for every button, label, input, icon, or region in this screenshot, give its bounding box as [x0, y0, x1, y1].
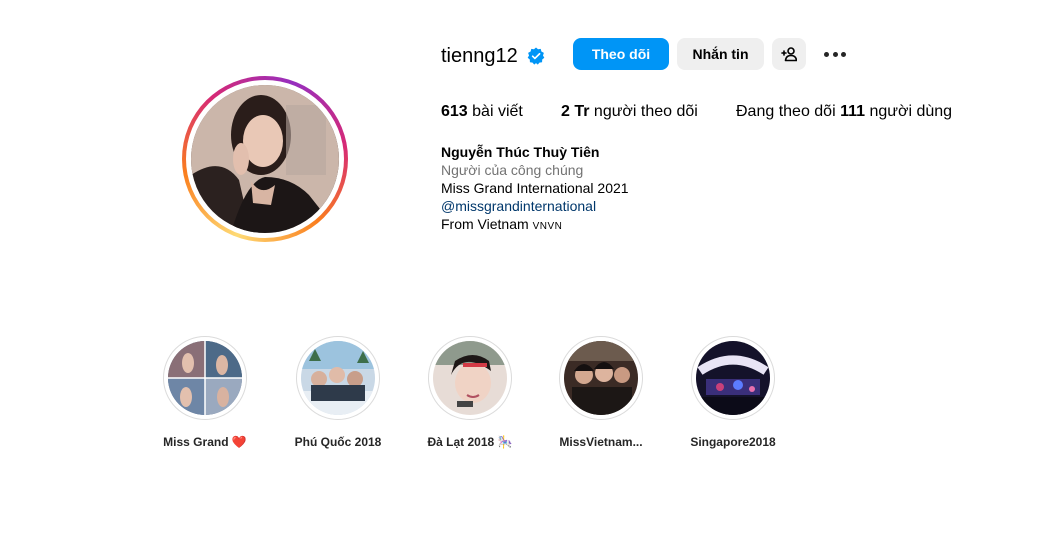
highlight-title: Đà Lạt 2018	[427, 435, 495, 449]
profile-category: Người của công chúng	[441, 162, 584, 178]
story-highlight[interactable]: Phú Quốc 2018	[288, 336, 388, 450]
add-user-icon	[781, 47, 797, 62]
following-link[interactable]: Đang theo dõi 111 người dùng	[736, 102, 952, 122]
carousel-horse-icon: 🎠	[497, 435, 513, 449]
avatar-photo	[191, 85, 339, 233]
message-button[interactable]: Nhắn tin	[677, 38, 764, 70]
full-name: Nguyễn Thúc Thuỳ Tiên	[441, 144, 600, 160]
highlight-ring	[296, 336, 380, 420]
posts-count: 613 bài viết	[441, 102, 523, 122]
bio-location: From Vietnam	[441, 216, 529, 232]
highlight-cover	[301, 341, 375, 415]
highlight-title: Phú Quốc 2018	[294, 435, 382, 449]
follow-button[interactable]: Theo dõi	[573, 38, 669, 70]
following-number: 111	[840, 103, 866, 120]
dot-icon	[841, 52, 846, 57]
highlight-label: Singapore2018	[683, 434, 783, 450]
highlight-cover	[168, 341, 242, 415]
avatar-border	[186, 80, 344, 238]
highlight-cover	[564, 341, 638, 415]
highlight-ring	[559, 336, 643, 420]
highlight-cover	[696, 341, 770, 415]
following-prefix: Đang theo dõi	[736, 103, 836, 120]
more-options-icon[interactable]	[820, 42, 850, 66]
bio-line: From Vietnam VNVN	[441, 215, 562, 236]
bio-flag: VNVN	[532, 221, 563, 232]
story-highlight[interactable]: Miss Grand ❤️	[155, 336, 255, 450]
avatar-image	[191, 85, 339, 233]
posts-label: bài viết	[472, 103, 523, 120]
story-highlight[interactable]: Đà Lạt 2018 🎠	[420, 336, 520, 450]
dot-icon	[824, 52, 829, 57]
highlight-label: Đà Lạt 2018 🎠	[420, 434, 520, 450]
posts-number: 613	[441, 103, 468, 120]
highlight-label: Miss Grand ❤️	[155, 434, 255, 450]
highlight-label: Phú Quốc 2018	[288, 434, 388, 450]
username: tienng12	[441, 45, 518, 67]
highlight-title: Singapore2018	[690, 435, 776, 449]
highlight-label: MissVietnam...	[551, 434, 651, 450]
highlight-title: Miss Grand	[163, 435, 229, 449]
highlight-ring	[163, 336, 247, 420]
bio-line: Miss Grand International 2021	[441, 180, 629, 196]
story-highlight[interactable]: MissVietnam...	[551, 336, 651, 450]
bio-mention-link[interactable]: @missgrandinternational	[441, 197, 596, 215]
highlight-ring	[428, 336, 512, 420]
followers-label: người theo dõi	[593, 103, 698, 120]
followers-number: 2 Tr	[561, 103, 590, 120]
verified-badge-icon	[527, 47, 545, 65]
highlight-title: MissVietnam...	[559, 435, 643, 449]
dot-icon	[832, 52, 838, 57]
following-label: người dùng	[869, 103, 953, 120]
followers-link[interactable]: 2 Tr người theo dõi	[561, 102, 698, 122]
profile-avatar[interactable]	[182, 76, 348, 242]
highlight-ring	[691, 336, 775, 420]
profile-page: tienng12 Theo dõi Nhắn tin 613 bài viết …	[0, 0, 1048, 548]
highlight-cover	[433, 341, 507, 415]
story-highlight[interactable]: Singapore2018	[683, 336, 783, 450]
heart-icon: ❤️	[231, 435, 247, 449]
suggested-users-button[interactable]	[772, 38, 806, 70]
